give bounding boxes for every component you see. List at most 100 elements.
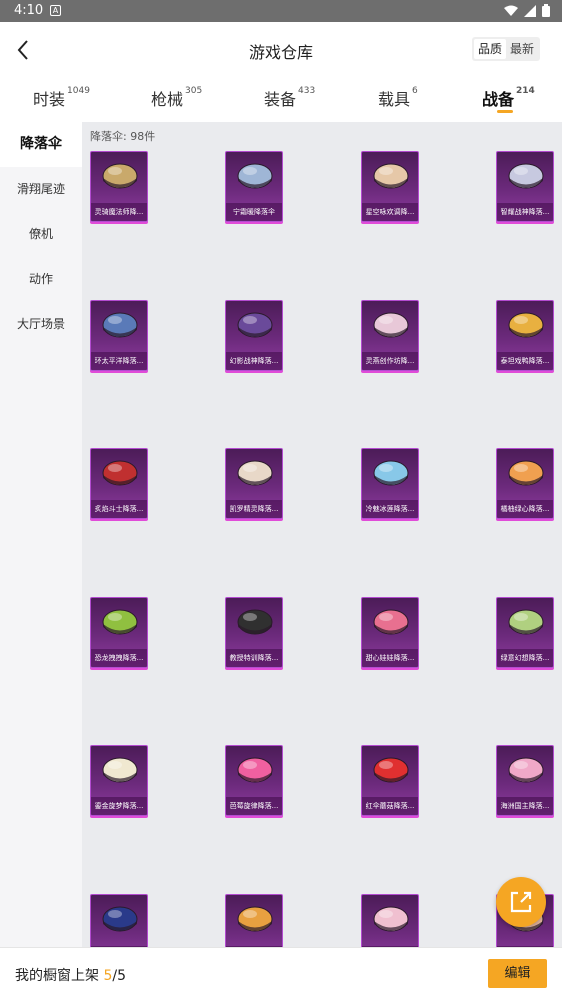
parachute-icon <box>237 609 273 635</box>
item-grid-area: 降落伞: 98件 灵骑魔法师降... 宁霜暖降落伞 星空咏欢调降... 智耀战神降落.… <box>82 122 562 947</box>
item-label: 甜心娃娃降落... <box>362 649 418 667</box>
edit-button[interactable]: 编辑 <box>488 959 547 988</box>
tab-battle-gear[interactable]: 战备 214 <box>482 86 535 110</box>
item-card[interactable]: 幻影战神降落... <box>225 300 283 371</box>
item-card[interactable]: 红伞蘑菇降落... <box>361 745 419 816</box>
notification-a-icon: A <box>50 5 61 16</box>
item-card[interactable]: 芭莓旋律降落... <box>225 745 283 816</box>
item-label: 灵燕创作坊降... <box>362 352 418 370</box>
tab-battle-gear-label: 战备 <box>482 90 515 109</box>
status-icons <box>504 4 550 17</box>
sidebar-item-wingman[interactable]: 僚机 <box>0 212 82 257</box>
item-label: 幻影战神降落... <box>226 352 282 370</box>
item-label: 智耀战神降落... <box>497 203 553 221</box>
category-tabs: 时装 1049 枪械 305 装备 433 载具 6 战备 214 <box>0 76 562 122</box>
tab-guns[interactable]: 枪械 305 <box>151 86 202 110</box>
item-label: 红伞蘑菇降落... <box>362 797 418 815</box>
tab-vehicles[interactable]: 载具 6 <box>378 86 418 110</box>
sidebar-item-emote[interactable]: 动作 <box>0 257 82 302</box>
tab-outfits-label: 时装 <box>33 90 66 109</box>
share-button[interactable] <box>496 877 546 927</box>
item-card[interactable]: 宁霜暖降落伞 <box>225 151 283 222</box>
parachute-icon <box>237 906 273 932</box>
parachute-icon <box>102 312 138 338</box>
share-external-icon <box>510 891 532 913</box>
tab-guns-count: 305 <box>185 86 203 96</box>
sidebar-item-parachute[interactable]: 降落伞 <box>0 122 82 167</box>
top-app-bar: 游戏仓库 品质 最新 <box>0 22 562 76</box>
parachute-icon <box>373 906 409 932</box>
parachute-icon <box>237 312 273 338</box>
item-card[interactable]: 海洲国主降落... <box>496 745 554 816</box>
item-label: 芭莓旋律降落... <box>226 797 282 815</box>
tab-battle-gear-count: 214 <box>516 86 535 96</box>
item-card[interactable]: 恐龙拽拽降落... <box>90 597 148 668</box>
item-label: 海洲国主降落... <box>497 797 553 815</box>
sort-latest-option[interactable]: 最新 <box>506 39 538 59</box>
sort-toggle[interactable]: 品质 最新 <box>471 37 540 61</box>
sidebar-item-glide-trail[interactable]: 滑翔尾迹 <box>0 167 82 212</box>
item-label: 炙焰斗士降落... <box>91 500 147 518</box>
parachute-icon <box>508 609 544 635</box>
showcase-footer: 我的橱窗上架 5/5 编辑 <box>0 947 562 999</box>
parachute-icon <box>373 609 409 635</box>
tab-outfits[interactable]: 时装 1049 <box>33 86 90 110</box>
item-card[interactable] <box>90 894 148 947</box>
wifi-icon <box>504 5 518 16</box>
item-label: 教授特训降落... <box>226 649 282 667</box>
item-card[interactable] <box>225 894 283 947</box>
sort-quality-option[interactable]: 品质 <box>473 39 506 59</box>
parachute-icon <box>237 757 273 783</box>
item-count-label: 降落伞: 98件 <box>90 130 156 143</box>
item-card[interactable]: 冷魅冰莲降落... <box>361 448 419 519</box>
item-card[interactable]: 环太平洋降落... <box>90 300 148 371</box>
battery-icon <box>542 4 550 17</box>
item-card[interactable]: 智耀战神降落... <box>496 151 554 222</box>
parachute-icon <box>102 757 138 783</box>
item-label: 恐龙拽拽降落... <box>91 649 147 667</box>
item-card[interactable]: 教授特训降落... <box>225 597 283 668</box>
tab-equipment[interactable]: 装备 433 <box>264 86 315 110</box>
parachute-icon <box>373 312 409 338</box>
parachute-icon <box>102 460 138 486</box>
status-time: 4:10 <box>14 3 44 18</box>
parachute-icon <box>237 460 273 486</box>
parachute-icon <box>508 757 544 783</box>
showcase-status: 我的橱窗上架 5/5 <box>15 965 126 985</box>
sidebar-item-lobby-scene[interactable]: 大厅场景 <box>0 302 82 347</box>
parachute-icon <box>102 163 138 189</box>
sidebar: 降落伞 滑翔尾迹 僚机 动作 大厅场景 <box>0 122 82 947</box>
item-label: 冷魅冰莲降落... <box>362 500 418 518</box>
signal-icon <box>524 4 536 17</box>
item-card[interactable]: 灵骑魔法师降... <box>90 151 148 222</box>
item-card[interactable] <box>361 894 419 947</box>
active-tab-indicator <box>497 110 513 113</box>
item-label: 星空咏欢调降... <box>362 203 418 221</box>
parachute-icon <box>102 609 138 635</box>
item-card[interactable]: 灵燕创作坊降... <box>361 300 419 371</box>
tab-vehicles-count: 6 <box>412 86 418 96</box>
tab-outfits-count: 1049 <box>67 86 90 96</box>
item-card[interactable]: 橘柚绿心降落... <box>496 448 554 519</box>
parachute-icon <box>508 460 544 486</box>
item-label: 橘柚绿心降落... <box>497 500 553 518</box>
item-card[interactable]: 绿意幻想降落... <box>496 597 554 668</box>
item-card[interactable]: 泰坦戏鸭降落... <box>496 300 554 371</box>
item-label: 泰坦戏鸭降落... <box>497 352 553 370</box>
item-label: 灵骑魔法师降... <box>91 203 147 221</box>
item-card[interactable]: 鎏金旋梦降落... <box>90 745 148 816</box>
parachute-icon <box>373 460 409 486</box>
parachute-icon <box>508 312 544 338</box>
item-label: 凯罗精灵降落... <box>226 500 282 518</box>
item-label: 宁霜暖降落伞 <box>226 203 282 221</box>
parachute-icon <box>508 163 544 189</box>
item-label: 绿意幻想降落... <box>497 649 553 667</box>
item-card[interactable]: 星空咏欢调降... <box>361 151 419 222</box>
tab-vehicles-label: 载具 <box>378 90 411 109</box>
item-card[interactable]: 凯罗精灵降落... <box>225 448 283 519</box>
item-card[interactable]: 甜心娃娃降落... <box>361 597 419 668</box>
item-card[interactable]: 炙焰斗士降落... <box>90 448 148 519</box>
status-bar: 4:10 A <box>0 0 562 22</box>
showcase-total-count: 5 <box>117 968 127 984</box>
item-label: 鎏金旋梦降落... <box>91 797 147 815</box>
